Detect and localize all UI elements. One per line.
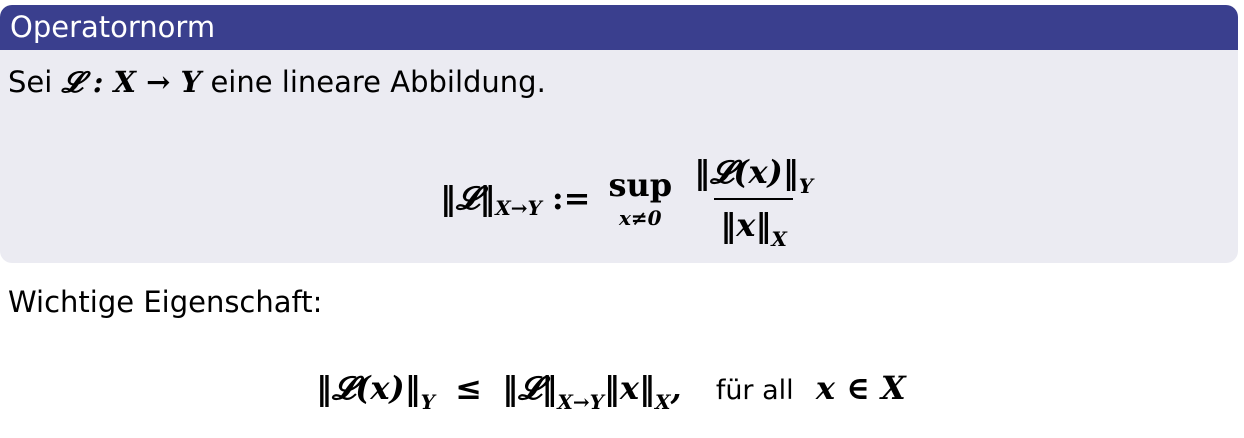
norm-fraction: ‖𝓛(x)‖Y ‖x‖X	[688, 153, 819, 251]
prop-text: für all	[715, 375, 794, 406]
intro-mapping: 𝓛 : X → Y	[61, 65, 202, 99]
prop-lhs: ‖𝓛(x)‖	[316, 369, 421, 407]
prop-op-norm-sub: X→Y	[557, 390, 604, 414]
prop-comma: ,	[670, 369, 682, 407]
leq-symbol: ≤	[455, 369, 482, 407]
numerator-sub: Y	[798, 173, 814, 198]
operator-norm-formula: ‖𝓛‖ X→Y := sup x≠0 ‖𝓛(x)‖Y ‖x‖X	[440, 138, 819, 258]
norm-lhs: ‖𝓛‖	[440, 178, 496, 217]
intro-prefix: Sei	[8, 65, 53, 99]
property-label: Wichtige Eigenschaft:	[8, 285, 323, 319]
prop-condition: x ∈ X	[815, 369, 906, 407]
sup-operator: sup x≠0	[608, 166, 672, 230]
block-body: Sei 𝓛 : X → Y eine lineare Abbildung. ‖𝓛…	[0, 50, 1238, 263]
block-title: Operatornorm	[0, 5, 1238, 50]
denominator-text: ‖x‖	[720, 205, 772, 244]
norm-lhs-sub: X→Y	[495, 196, 542, 220]
denominator-sub: X	[771, 226, 787, 251]
prop-op-norm: ‖𝓛‖	[502, 369, 558, 407]
intro-sentence: Sei 𝓛 : X → Y eine lineare Abbildung.	[8, 62, 546, 102]
sup-word: sup	[608, 166, 673, 204]
prop-x-norm: ‖x‖	[603, 369, 655, 407]
defeq-symbol: :=	[551, 179, 591, 217]
intro-suffix: eine lineare Abbildung.	[210, 65, 546, 99]
sup-condition: x≠0	[618, 206, 662, 230]
property-formula: ‖𝓛(x)‖Y ≤ ‖𝓛‖X→Y‖x‖X, für all x ∈ X	[316, 358, 906, 422]
numerator-text: ‖𝓛(x)‖	[694, 152, 799, 191]
prop-x-norm-sub: X	[654, 390, 671, 414]
fraction-denominator: ‖x‖X	[714, 197, 793, 251]
prop-lhs-sub: Y	[420, 390, 435, 414]
fraction-numerator: ‖𝓛(x)‖Y	[688, 153, 819, 198]
definition-block: Operatornorm Sei 𝓛 : X → Y eine lineare …	[0, 5, 1238, 263]
